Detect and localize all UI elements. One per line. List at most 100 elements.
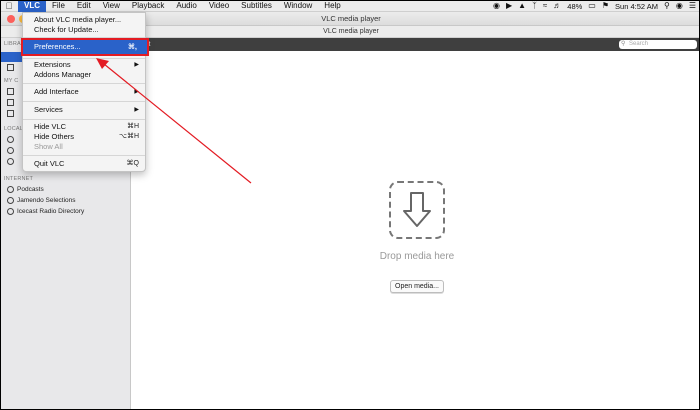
menu-item-preferences[interactable]: Preferences... ⌘, xyxy=(21,38,149,56)
vlc-menu: About VLC media player... Check for Upda… xyxy=(21,12,149,172)
sidebar-item-local-2[interactable] xyxy=(7,145,14,156)
menu-separator xyxy=(23,155,145,156)
sidebar-item-podcasts[interactable]: Podcasts xyxy=(7,184,44,195)
menu-item-addons[interactable]: Addons Manager xyxy=(34,70,139,80)
playlist-header: st ⚲ Search xyxy=(131,38,700,51)
menu-item-label: Extensions xyxy=(34,60,71,69)
toolbar-title: VLC media player xyxy=(323,28,379,35)
menu-item-label: Hide Others xyxy=(34,132,75,141)
search-icon: ⚲ xyxy=(621,41,626,47)
menu-item-shortcut: ⌘Q xyxy=(126,160,139,167)
menu-item-services[interactable]: Services ▶ xyxy=(34,105,139,115)
close-icon[interactable] xyxy=(7,15,15,23)
status-tray: ◉ ▶ ▲ ᛉ ≈ ♬ 48% ▭ ⚑ Sun 4:52 AM ⚲ ◉ ☰ xyxy=(493,0,696,12)
clock[interactable]: Sun 4:52 AM xyxy=(615,2,658,11)
drop-target-icon[interactable] xyxy=(389,181,445,239)
menu-audio[interactable]: Audio xyxy=(170,0,202,12)
submenu-arrow-icon: ▶ xyxy=(134,89,139,95)
menu-item-check-update[interactable]: Check for Update... xyxy=(34,25,139,35)
menu-item-label: Addons Manager xyxy=(34,70,92,79)
network-icon xyxy=(7,136,14,143)
menu-item-hide-others[interactable]: Hide Others ⌥⌘H xyxy=(34,132,139,142)
sidebar-item-jamendo[interactable]: Jamendo Selections xyxy=(7,195,76,206)
flag-icon[interactable]: ⚑ xyxy=(602,0,609,12)
menu-separator xyxy=(23,37,145,38)
vlc-cone-icon[interactable]: ▲ xyxy=(518,0,526,12)
battery-icon[interactable]: ▭ xyxy=(588,0,596,12)
menu-separator xyxy=(23,58,145,59)
globe-icon xyxy=(7,208,14,215)
sidebar-item-selected[interactable] xyxy=(1,52,23,62)
sidebar-item-local-1[interactable] xyxy=(7,134,14,145)
menu-vlc[interactable]: VLC xyxy=(18,0,46,12)
sidebar-section-local: LOCAL xyxy=(4,126,24,132)
volume-icon[interactable]: ♬ xyxy=(553,0,561,12)
sidebar-item-my-videos[interactable] xyxy=(7,86,14,97)
menu-separator xyxy=(23,101,145,102)
sidebar-item-my-music[interactable] xyxy=(7,97,14,108)
menu-view[interactable]: View xyxy=(97,0,126,12)
menu-subtitles[interactable]: Subtitles xyxy=(235,0,278,12)
avatar-icon[interactable]: ◉ xyxy=(676,0,683,12)
search-placeholder: Search xyxy=(629,41,649,47)
sidebar-item-library-2[interactable] xyxy=(7,62,14,73)
music-icon xyxy=(7,64,14,71)
menu-item-quit[interactable]: Quit VLC ⌘Q xyxy=(34,159,139,169)
search-icon[interactable]: ⚲ xyxy=(664,0,670,12)
drop-media-label: Drop media here xyxy=(379,251,455,262)
film-icon xyxy=(7,88,14,95)
menu-item-label: Show All xyxy=(34,142,63,151)
apple-menu-icon[interactable]:  xyxy=(0,1,18,11)
battery-percent: 48% xyxy=(567,1,583,11)
menu-item-about[interactable]: About VLC media player... xyxy=(34,15,139,25)
play-icon[interactable]: ▶ xyxy=(506,0,512,12)
menu-item-label: Hide VLC xyxy=(34,122,67,131)
wifi-icon[interactable]: ≈ xyxy=(543,0,547,12)
sidebar-item-label: Jamendo Selections xyxy=(17,197,76,204)
menu-item-label: Check for Update... xyxy=(34,25,99,34)
menu-separator xyxy=(23,83,145,84)
globe-icon xyxy=(7,197,14,204)
menu-item-shortcut: ⌥⌘H xyxy=(118,133,139,140)
sidebar-item-icecast[interactable]: Icecast Radio Directory xyxy=(7,206,84,217)
picture-icon xyxy=(7,110,14,117)
menu-playback[interactable]: Playback xyxy=(126,0,170,12)
menu-bar:  VLC File Edit View Playback Audio Vide… xyxy=(0,0,700,12)
menu-item-shortcut: ⌘H xyxy=(126,123,139,130)
sidebar-item-label: Podcasts xyxy=(17,186,44,193)
sidebar-item-local-3[interactable] xyxy=(7,156,14,167)
menu-item-label: Services xyxy=(34,105,63,114)
sidebar-item-label: Icecast Radio Directory xyxy=(17,208,85,215)
sidebar-item-my-pictures[interactable] xyxy=(7,108,14,119)
podcast-icon xyxy=(7,186,14,193)
sidebar-section-my-computer: MY C xyxy=(4,78,19,84)
bluetooth-icon[interactable]: ᛉ xyxy=(532,0,537,12)
menu-file[interactable]: File xyxy=(46,0,71,12)
menu-item-label: About VLC media player... xyxy=(34,15,122,24)
network-icon xyxy=(7,147,14,154)
menu-separator xyxy=(23,119,145,120)
submenu-arrow-icon: ▶ xyxy=(134,62,139,68)
menu-item-extensions[interactable]: Extensions ▶ xyxy=(34,60,139,70)
menu-item-hide-vlc[interactable]: Hide VLC ⌘H xyxy=(34,122,139,132)
menu-window[interactable]: Window xyxy=(278,0,318,12)
menu-edit[interactable]: Edit xyxy=(71,0,97,12)
sidebar-section-library: LIBRA xyxy=(4,41,21,47)
menu-video[interactable]: Video xyxy=(203,0,235,12)
window-title: VLC media player xyxy=(321,14,381,23)
sidebar-section-internet: INTERNET xyxy=(4,176,34,182)
menu-item-shortcut: ⌘, xyxy=(127,42,137,51)
menu-item-label: Add Interface xyxy=(34,87,79,96)
network-icon xyxy=(7,158,14,165)
search-input[interactable]: ⚲ Search xyxy=(619,40,697,49)
download-arrow-icon xyxy=(403,192,431,227)
menu-help[interactable]: Help xyxy=(318,0,346,12)
menu-item-label: Quit VLC xyxy=(34,159,65,168)
menu-item-add-interface[interactable]: Add Interface ▶ xyxy=(34,87,139,97)
note-icon xyxy=(7,99,14,106)
list-icon[interactable]: ☰ xyxy=(689,0,696,12)
open-media-button[interactable]: Open media... xyxy=(390,280,444,293)
menu-item-label: Preferences... xyxy=(34,42,81,51)
record-icon[interactable]: ◉ xyxy=(493,0,500,12)
submenu-arrow-icon: ▶ xyxy=(134,107,139,113)
